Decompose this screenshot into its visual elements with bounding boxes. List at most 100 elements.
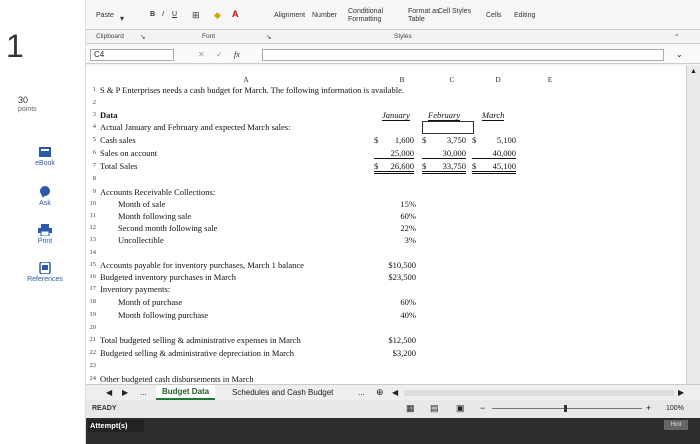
editing-button[interactable]: Editing <box>514 12 535 19</box>
cell-a16[interactable]: Budgeted inventory purchases in March <box>100 272 236 282</box>
row-header[interactable]: 15 <box>86 261 97 268</box>
underline-button[interactable]: U <box>172 11 177 18</box>
tab-more-left[interactable]: ... <box>140 388 147 397</box>
row-header[interactable]: 5 <box>86 136 96 143</box>
zoom-slider[interactable] <box>492 408 642 409</box>
row-header[interactable]: 6 <box>86 149 96 156</box>
references-button[interactable]: References <box>20 262 70 283</box>
cell-a1[interactable]: S & P Enterprises needs a cash budget fo… <box>100 85 404 95</box>
row-header[interactable]: 20 <box>86 324 97 331</box>
hint-button[interactable]: Hint <box>664 420 688 430</box>
row-header[interactable]: 24 <box>86 375 97 382</box>
row-header[interactable]: 23 <box>86 362 97 369</box>
scroll-up-icon[interactable]: ▲ <box>690 68 697 75</box>
row-header[interactable]: 17 <box>86 285 97 292</box>
cell-d5[interactable]: 5,100 <box>482 135 516 145</box>
normal-view-icon[interactable]: ▦ <box>406 403 415 414</box>
fx-icon[interactable]: fx <box>234 50 240 59</box>
zoom-level[interactable]: 100% <box>666 405 684 412</box>
zoom-out-icon[interactable]: − <box>480 403 485 413</box>
cell-b7[interactable]: $ 26,600 <box>374 161 414 174</box>
formula-input[interactable] <box>262 49 664 61</box>
selected-cell-c4[interactable] <box>422 121 474 134</box>
row-header[interactable]: 8 <box>86 175 96 182</box>
tab-budget-data[interactable]: Budget Data <box>156 385 216 400</box>
cell-b11[interactable]: 60% <box>376 211 416 221</box>
row-header[interactable]: 19 <box>86 311 97 318</box>
row-header[interactable]: 3 <box>86 111 96 118</box>
font-color-icon[interactable]: A <box>232 9 239 19</box>
name-box[interactable]: C4 <box>90 49 174 61</box>
add-sheet-icon[interactable]: ⊕ <box>376 387 384 398</box>
bold-button[interactable]: B <box>150 11 155 18</box>
row-header[interactable]: 22 <box>86 349 97 356</box>
horizontal-scrollbar[interactable] <box>404 390 674 396</box>
cell-b6[interactable]: 25,000 <box>374 148 414 159</box>
cell-d7[interactable]: $ 45,100 <box>472 161 516 174</box>
alignment-button[interactable]: Alignment <box>274 12 305 19</box>
cell-a22[interactable]: Budgeted selling & administrative deprec… <box>100 348 294 358</box>
cell-b18[interactable]: 60% <box>376 297 416 307</box>
paste-dropdown-icon[interactable]: ▾ <box>120 14 124 23</box>
row-header[interactable]: 11 <box>86 212 96 219</box>
page-layout-icon[interactable]: ▤ <box>430 403 439 414</box>
confirm-icon[interactable]: ✓ <box>216 50 223 59</box>
zoom-in-icon[interactable]: + <box>646 403 651 413</box>
italic-button[interactable]: I <box>162 11 164 18</box>
cell-a21[interactable]: Total budgeted selling & administrative … <box>100 335 301 345</box>
vertical-scrollbar[interactable]: ▲ ▼ <box>686 66 700 392</box>
cancel-icon[interactable]: ✕ <box>198 50 205 59</box>
ask-button[interactable]: Ask <box>20 186 70 207</box>
cell-a24[interactable]: Other budgeted cash disbursements in Mar… <box>100 374 254 384</box>
cell-a15[interactable]: Accounts payable for inventory purchases… <box>100 260 304 270</box>
cell-c3[interactable]: February <box>428 110 461 121</box>
row-header[interactable]: 10 <box>86 200 97 207</box>
cells-button[interactable]: Cells <box>486 12 502 19</box>
number-button[interactable]: Number <box>312 12 337 19</box>
cell-a19[interactable]: Month following purchase <box>118 310 208 320</box>
row-header[interactable]: 7 <box>86 162 96 169</box>
paste-button[interactable]: Paste <box>96 12 114 19</box>
tab-prev-icon[interactable]: ◀ <box>106 388 112 397</box>
row-header[interactable]: 1 <box>86 86 96 93</box>
cell-b15[interactable]: $10,500 <box>376 260 416 270</box>
worksheet-grid[interactable]: A B C D E 1 2 3 4 5 6 7 8 9 10 11 12 13 … <box>86 66 700 396</box>
cell-c6[interactable]: 30,000 <box>422 148 466 159</box>
cell-c7[interactable]: $ 33,750 <box>422 161 466 174</box>
row-header[interactable]: 9 <box>86 188 96 195</box>
column-header-e[interactable]: E <box>540 75 560 84</box>
cell-b12[interactable]: 22% <box>376 223 416 233</box>
expand-formula-icon[interactable]: ⌄ <box>676 50 683 59</box>
row-header[interactable]: 2 <box>86 99 96 106</box>
cell-b19[interactable]: 40% <box>376 310 416 320</box>
cell-a13[interactable]: Uncollectible <box>118 235 164 245</box>
row-header[interactable]: 4 <box>86 123 96 130</box>
cell-a11[interactable]: Month following sale <box>118 211 191 221</box>
cell-b22[interactable]: $3,200 <box>376 348 416 358</box>
borders-icon[interactable]: ⊞ <box>192 10 200 21</box>
row-header[interactable]: 16 <box>86 273 97 280</box>
tab-more-right[interactable]: ... <box>358 388 365 397</box>
row-header[interactable]: 13 <box>86 236 97 243</box>
cell-b16[interactable]: $23,500 <box>376 272 416 282</box>
column-header-b[interactable]: B <box>392 75 412 84</box>
horizontal-scroll-right-icon[interactable]: ▶ <box>678 388 684 397</box>
cell-a9[interactable]: Accounts Receivable Collections: <box>100 187 215 197</box>
cell-b21[interactable]: $12,500 <box>376 335 416 345</box>
row-header[interactable]: 14 <box>86 249 97 256</box>
cell-a3[interactable]: Data <box>100 110 117 120</box>
cell-d6[interactable]: 40,000 <box>472 148 516 159</box>
font-launcher-icon[interactable]: ↘ <box>266 33 271 41</box>
cell-b10[interactable]: 15% <box>376 199 416 209</box>
cell-b3[interactable]: January <box>382 110 410 121</box>
ebook-button[interactable]: eBook <box>20 146 70 167</box>
print-button[interactable]: Print <box>20 224 70 245</box>
row-header[interactable]: 21 <box>86 336 97 343</box>
tab-next-icon[interactable]: ▶ <box>122 388 128 397</box>
row-header[interactable]: 12 <box>86 224 97 231</box>
cell-a5[interactable]: Cash sales <box>100 135 136 145</box>
page-break-icon[interactable]: ▣ <box>456 403 465 414</box>
horizontal-scroll-left-icon[interactable]: ◀ <box>392 388 398 397</box>
column-header-a[interactable]: A <box>236 75 256 84</box>
column-header-c[interactable]: C <box>442 75 462 84</box>
